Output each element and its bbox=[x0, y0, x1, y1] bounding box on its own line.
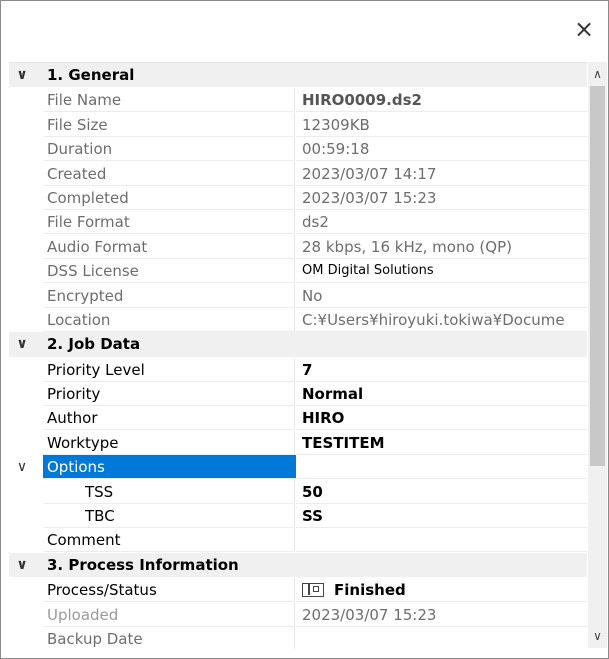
chevron-down-icon[interactable]: ∨ bbox=[13, 455, 31, 479]
property-name: Process/Status bbox=[43, 578, 295, 603]
property-name: File Size bbox=[43, 112, 295, 137]
property-value bbox=[296, 455, 587, 480]
property-value[interactable]: 50 bbox=[296, 480, 587, 504]
chevron-down-icon[interactable]: ∨ bbox=[13, 63, 31, 87]
property-name: Priority Level bbox=[43, 357, 295, 382]
property-value: ds2 bbox=[296, 210, 587, 235]
chevron-down-icon[interactable]: ∨ bbox=[588, 626, 607, 646]
chevron-up-icon[interactable]: ∧ bbox=[588, 64, 607, 84]
property-value[interactable]: HIRO bbox=[296, 406, 587, 431]
scrollbar-thumb[interactable] bbox=[590, 86, 605, 466]
property-value: 2023/03/07 15:23 bbox=[296, 603, 587, 627]
property-value[interactable]: SS bbox=[296, 504, 587, 529]
close-icon[interactable]: × bbox=[570, 15, 598, 43]
property-value: C:¥Users¥hiroyuki.tokiwa¥Docume bbox=[296, 308, 587, 332]
property-name: Duration bbox=[43, 137, 295, 162]
property-row[interactable]: TSS 50 bbox=[9, 479, 587, 504]
property-row[interactable]: File Size 12309KB bbox=[9, 112, 587, 137]
property-value: HIRO0009.ds2 bbox=[296, 88, 587, 113]
property-value: Finished bbox=[296, 578, 587, 603]
vertical-scrollbar[interactable]: ∧ ∨ bbox=[588, 62, 607, 648]
property-name: File Format bbox=[43, 210, 295, 235]
status-text: Finished bbox=[334, 581, 406, 600]
property-name: Audio Format bbox=[43, 234, 295, 259]
property-row[interactable]: File Format ds2 bbox=[9, 210, 587, 235]
property-row[interactable]: Priority Level 7 bbox=[9, 357, 587, 382]
category-general[interactable]: ∨ 1. General bbox=[9, 63, 587, 89]
property-name: Options bbox=[43, 455, 296, 480]
property-name: Location bbox=[43, 307, 295, 332]
property-value: 00:59:18 bbox=[296, 137, 587, 162]
property-name: Encrypted bbox=[43, 283, 295, 308]
property-name: Comment bbox=[43, 528, 295, 553]
category-label: 1. General bbox=[47, 66, 135, 84]
property-value[interactable]: Normal bbox=[296, 382, 587, 407]
property-row[interactable]: Completed 2023/03/07 15:23 bbox=[9, 185, 587, 210]
property-value: 28 kbps, 16 kHz, mono (QP) bbox=[296, 235, 587, 259]
property-name: Backup Date bbox=[43, 626, 295, 649]
properties-window: × ∨ 1. General File Name HIRO0009.ds2 Fi… bbox=[0, 0, 609, 659]
property-row[interactable]: Created 2023/03/07 14:17 bbox=[9, 161, 587, 186]
property-row[interactable]: Duration 00:59:18 bbox=[9, 137, 587, 162]
property-value: 2023/03/07 14:17 bbox=[296, 162, 587, 186]
property-name: Uploaded bbox=[43, 602, 295, 627]
chevron-down-icon[interactable]: ∨ bbox=[13, 332, 31, 356]
category-job-data[interactable]: ∨ 2. Job Data bbox=[9, 332, 587, 358]
property-value[interactable]: TESTITEM bbox=[296, 431, 587, 455]
property-grid: ∨ 1. General File Name HIRO0009.ds2 File… bbox=[9, 62, 587, 649]
property-row[interactable]: Priority Normal bbox=[9, 382, 587, 407]
property-row[interactable]: Encrypted No bbox=[9, 283, 587, 308]
property-value: No bbox=[296, 284, 587, 308]
property-value[interactable]: 7 bbox=[296, 358, 587, 382]
options-group-row[interactable]: ∨ Options bbox=[9, 455, 587, 480]
property-name: Priority bbox=[43, 382, 295, 407]
property-value bbox=[296, 627, 587, 649]
property-row[interactable]: TBC SS bbox=[9, 504, 587, 529]
property-name: Completed bbox=[43, 185, 295, 210]
property-value: 2023/03/07 15:23 bbox=[296, 186, 587, 210]
category-process-information[interactable]: ∨ 3. Process Information bbox=[9, 552, 587, 579]
property-row[interactable]: DSS License OM Digital Solutions bbox=[9, 259, 587, 284]
chevron-down-icon[interactable]: ∨ bbox=[13, 553, 31, 577]
property-value: OM Digital Solutions bbox=[296, 259, 587, 284]
property-row[interactable]: Audio Format 28 kbps, 16 kHz, mono (QP) bbox=[9, 234, 587, 259]
property-name: DSS License bbox=[43, 259, 295, 284]
property-name: File Name bbox=[43, 88, 295, 113]
property-row[interactable]: Author HIRO bbox=[9, 406, 587, 431]
property-name: TSS bbox=[43, 479, 295, 504]
property-name: Author bbox=[43, 406, 295, 431]
category-label: 3. Process Information bbox=[47, 555, 239, 574]
property-value: 12309KB bbox=[296, 113, 587, 137]
property-row[interactable]: Location C:¥Users¥hiroyuki.tokiwa¥Docume bbox=[9, 307, 587, 332]
property-row[interactable]: Comment bbox=[9, 528, 587, 553]
category-label: 2. Job Data bbox=[47, 335, 141, 354]
property-name: Created bbox=[43, 161, 295, 186]
property-name: TBC bbox=[43, 504, 295, 529]
property-name: Worktype bbox=[43, 430, 295, 455]
property-row[interactable]: Uploaded 2023/03/07 15:23 bbox=[9, 602, 587, 627]
document-status-icon bbox=[302, 582, 324, 597]
property-row[interactable]: File Name HIRO0009.ds2 bbox=[9, 88, 587, 113]
property-row[interactable]: Process/Status Finished bbox=[9, 578, 587, 603]
property-row[interactable]: Backup Date bbox=[9, 626, 587, 649]
title-bar: × bbox=[1, 1, 608, 61]
property-row[interactable]: Worktype TESTITEM bbox=[9, 430, 587, 455]
property-value[interactable] bbox=[296, 528, 587, 553]
